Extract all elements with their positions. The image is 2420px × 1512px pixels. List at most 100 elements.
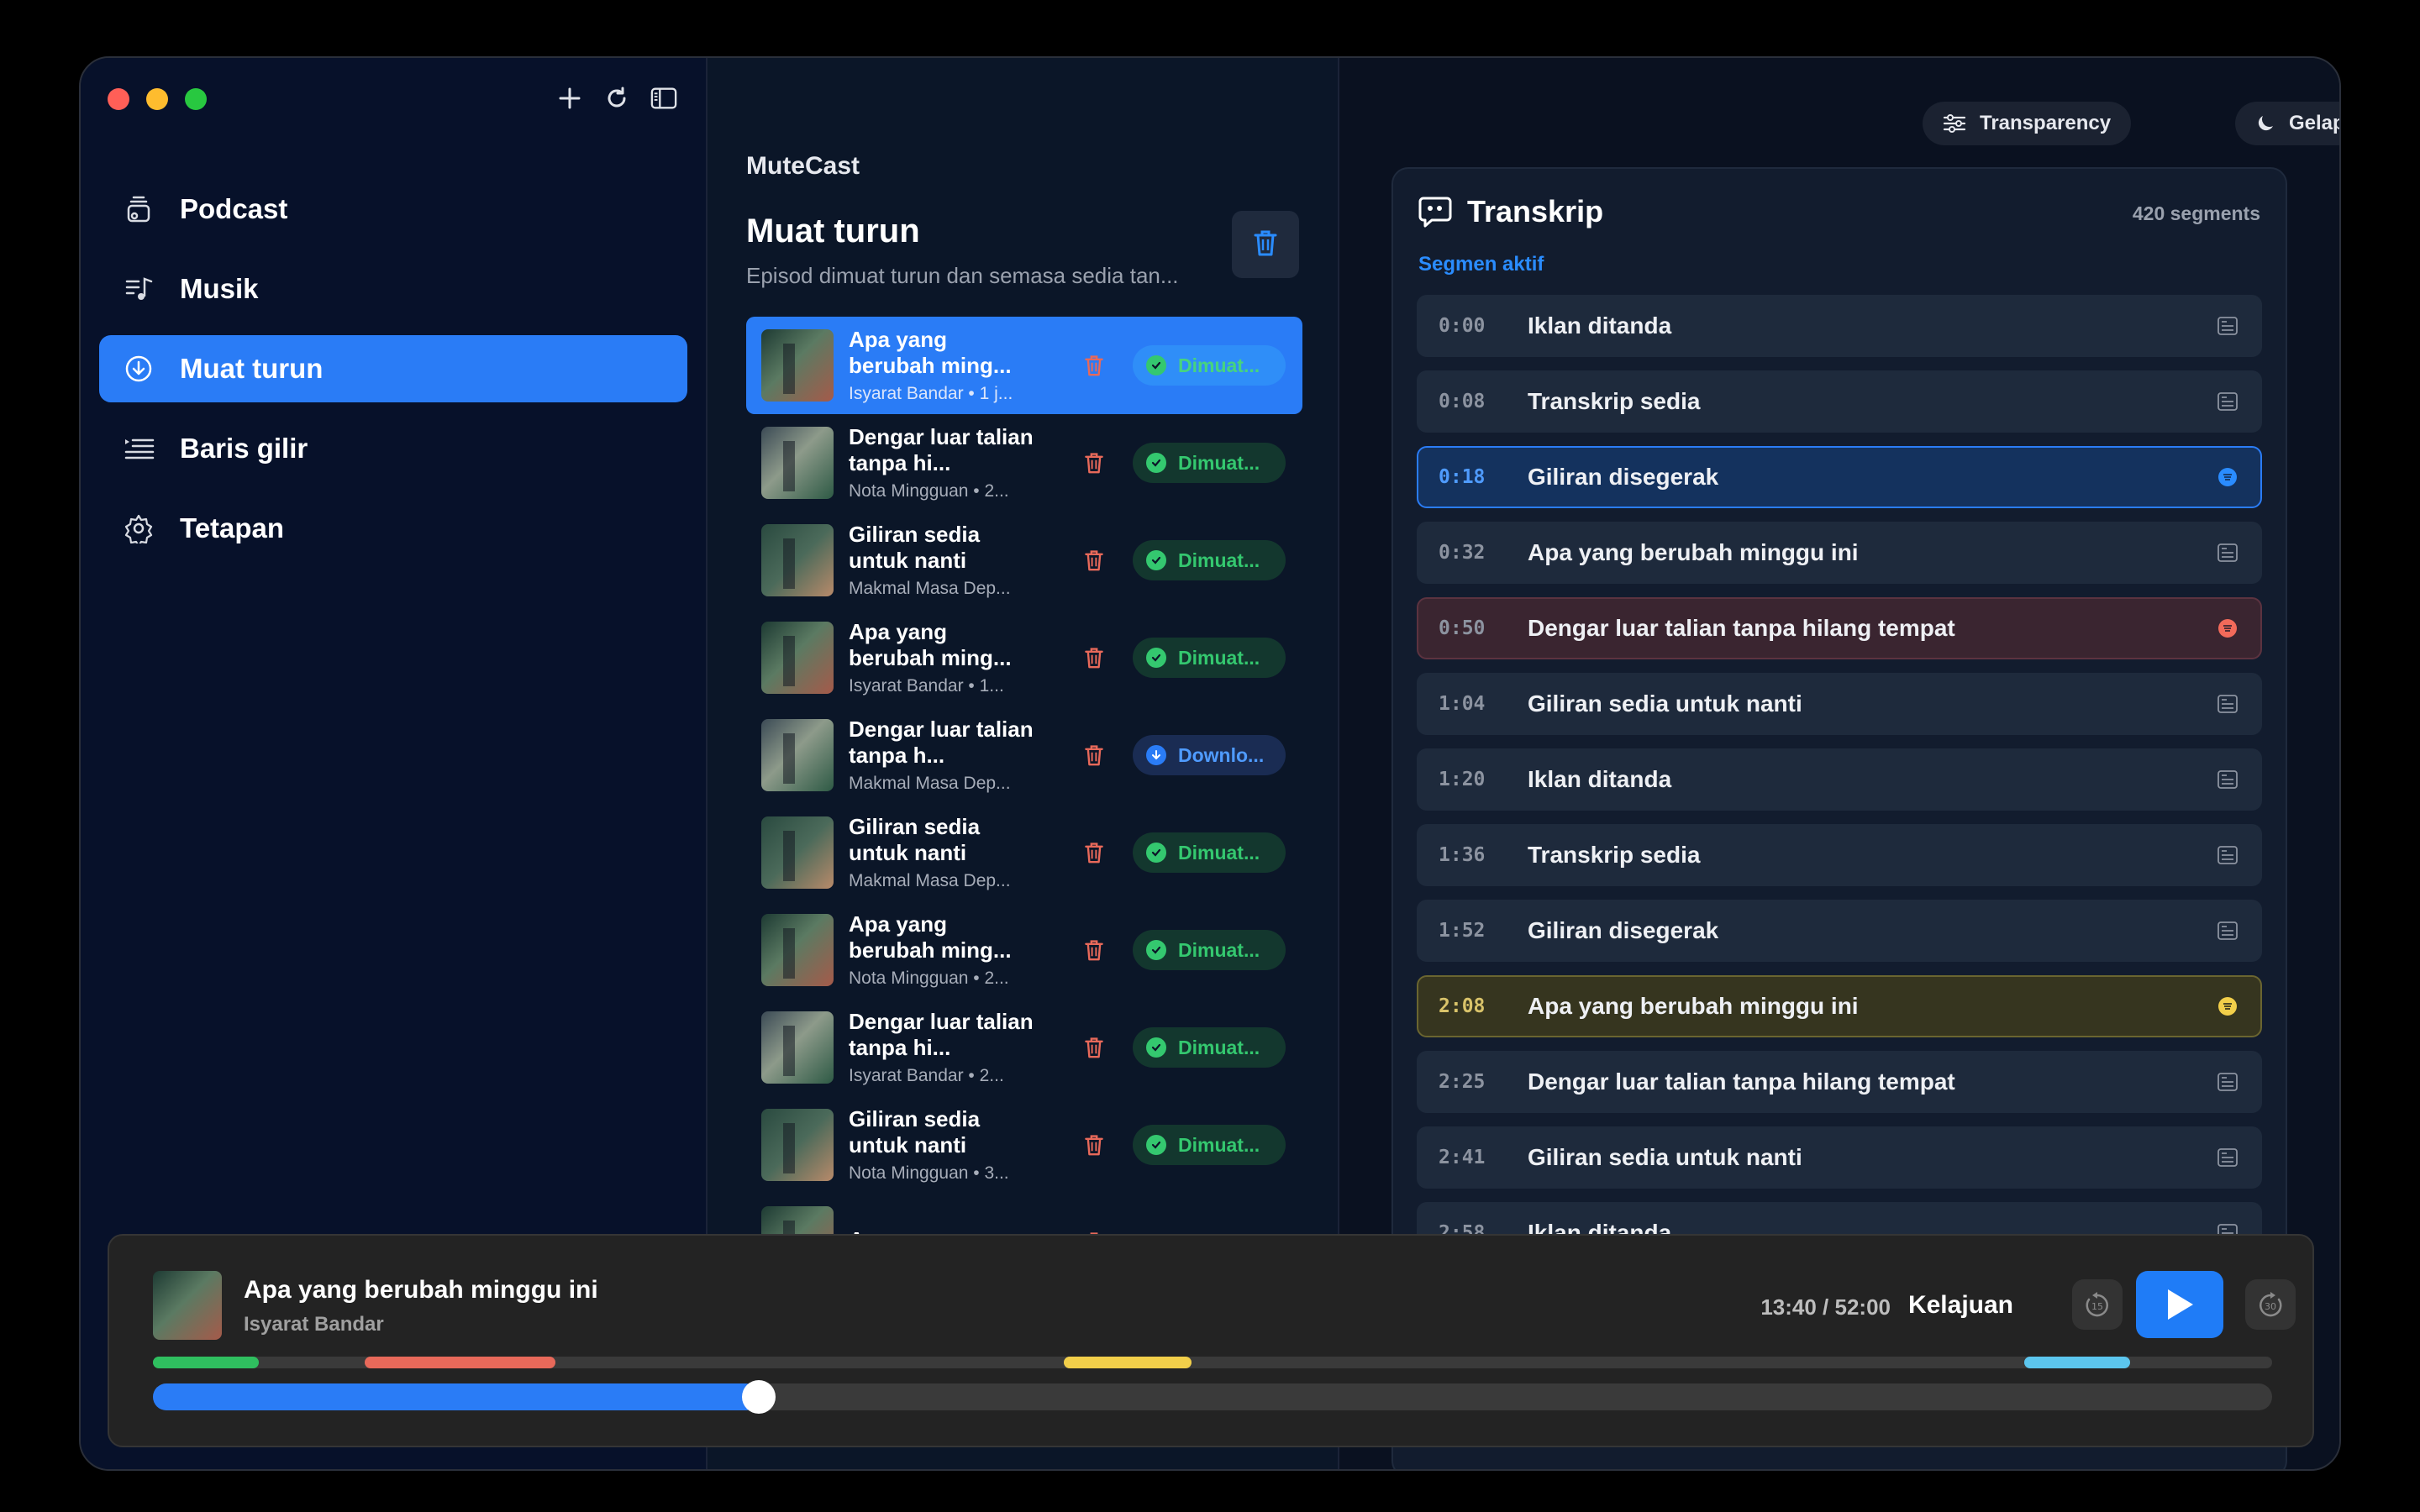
text-lines-icon[interactable] bbox=[2217, 769, 2238, 790]
episode-artwork bbox=[761, 329, 834, 402]
queue-icon bbox=[121, 431, 156, 466]
download-status-badge: Dimuat... bbox=[1133, 345, 1286, 386]
delete-episode-button[interactable] bbox=[1079, 740, 1109, 770]
download-status-badge: Dimuat... bbox=[1133, 930, 1286, 970]
text-lines-icon[interactable] bbox=[2217, 1071, 2238, 1093]
transcript-segment[interactable]: 0:32 Apa yang berubah minggu ini bbox=[1417, 522, 2262, 584]
delete-episode-button[interactable] bbox=[1079, 545, 1109, 575]
refresh-icon[interactable] bbox=[603, 81, 630, 115]
theme-label: Gelap bbox=[2289, 112, 2341, 134]
delete-episode-button[interactable] bbox=[1079, 350, 1109, 381]
transcript-segment[interactable]: 0:18 Giliran disegerak bbox=[1417, 446, 2262, 508]
transparency-label: Transparency bbox=[1980, 112, 2112, 134]
transcript-segment[interactable]: 2:08 Apa yang berubah minggu ini bbox=[1417, 975, 2262, 1037]
sidebar-item-music[interactable]: Musik bbox=[99, 255, 687, 323]
transcript-segment[interactable]: 1:36 Transkrip sedia bbox=[1417, 824, 2262, 886]
delete-all-button[interactable] bbox=[1232, 211, 1299, 278]
progress-slider[interactable] bbox=[153, 1380, 2272, 1414]
page-title: Muat turun bbox=[746, 213, 920, 249]
transcript-segment[interactable]: 0:08 Transkrip sedia bbox=[1417, 370, 2262, 433]
sidebar-toolbar bbox=[556, 81, 677, 115]
segment-time: 0:32 bbox=[1439, 542, 1486, 564]
skip-forward-button[interactable]: 30 bbox=[2245, 1279, 2296, 1330]
episode-title: Giliran sedia untuk nanti bbox=[849, 522, 981, 573]
text-lines-icon[interactable] bbox=[2217, 844, 2238, 866]
episode-text: Dengar luar talian tanpa hi... Nota Ming… bbox=[849, 424, 1034, 501]
filter-icon[interactable] bbox=[2217, 995, 2238, 1017]
segment-marker[interactable] bbox=[365, 1357, 556, 1368]
episode-row[interactable]: Dengar luar talian tanpa hi... Isyarat B… bbox=[746, 999, 1302, 1096]
text-lines-icon[interactable] bbox=[2217, 920, 2238, 942]
episode-row[interactable]: Apa yang berubah ming... Isyarat Bandar … bbox=[746, 317, 1302, 414]
episode-row[interactable]: Giliran sedia untuk nanti Nota Mingguan … bbox=[746, 1096, 1302, 1194]
transcript-segment[interactable]: 1:04 Giliran sedia untuk nanti bbox=[1417, 673, 2262, 735]
text-lines-icon[interactable] bbox=[2217, 1147, 2238, 1168]
transcript-segment[interactable]: 2:41 Giliran sedia untuk nanti bbox=[1417, 1126, 2262, 1189]
text-lines-icon[interactable] bbox=[2217, 391, 2238, 412]
text-lines-icon[interactable] bbox=[2217, 315, 2238, 337]
episode-row[interactable]: Giliran sedia untuk nanti Makmal Masa De… bbox=[746, 512, 1302, 609]
episode-meta: Nota Mingguan • 3... bbox=[849, 1163, 1009, 1183]
episode-row[interactable]: Dengar luar talian tanpa h... Makmal Mas… bbox=[746, 706, 1302, 804]
transcript-segment[interactable]: 2:25 Dengar luar talian tanpa hilang tem… bbox=[1417, 1051, 2262, 1113]
delete-episode-button[interactable] bbox=[1079, 1032, 1109, 1063]
plus-icon[interactable] bbox=[556, 81, 583, 115]
episode-text: Giliran sedia untuk nanti Nota Mingguan … bbox=[849, 1106, 1034, 1184]
delete-episode-button[interactable] bbox=[1079, 1130, 1109, 1160]
music-icon bbox=[121, 271, 156, 307]
sidebar-item-label: Musik bbox=[180, 273, 259, 304]
episode-title: Apa yang berubah ming... bbox=[849, 619, 1012, 670]
minimize-window-button[interactable] bbox=[146, 88, 168, 110]
filter-icon[interactable] bbox=[2217, 466, 2238, 488]
segment-label: Giliran disegerak bbox=[1528, 917, 1719, 943]
filter-icon[interactable] bbox=[2217, 617, 2238, 639]
transcript-segment[interactable]: 0:00 Iklan ditanda bbox=[1417, 295, 2262, 357]
segment-label: Transkrip sedia bbox=[1528, 842, 1701, 868]
delete-episode-button[interactable] bbox=[1079, 643, 1109, 673]
theme-button[interactable]: Gelap bbox=[2235, 102, 2341, 145]
episode-artwork bbox=[761, 427, 834, 499]
episode-row[interactable]: Apa yang berubah ming... Nota Mingguan •… bbox=[746, 901, 1302, 999]
status-label: Dimuat... bbox=[1178, 938, 1260, 961]
segment-marker[interactable] bbox=[153, 1357, 260, 1368]
delete-episode-button[interactable] bbox=[1079, 935, 1109, 965]
episode-title: Giliran sedia untuk nanti bbox=[849, 1106, 981, 1158]
speed-button[interactable]: Kelajuan bbox=[1908, 1291, 2013, 1320]
text-lines-icon[interactable] bbox=[2217, 693, 2238, 715]
segment-marker-track[interactable] bbox=[153, 1357, 2272, 1368]
sidebar-item-podcast[interactable]: Podcast bbox=[99, 176, 687, 243]
transparency-button[interactable]: Transparency bbox=[1923, 102, 2132, 145]
skip-back-button[interactable]: 15 bbox=[2072, 1279, 2123, 1330]
delete-episode-button[interactable] bbox=[1079, 837, 1109, 868]
sidebar-item-queue[interactable]: Baris gilir bbox=[99, 415, 687, 482]
transcript-segment[interactable]: 1:52 Giliran disegerak bbox=[1417, 900, 2262, 962]
progress-knob[interactable] bbox=[742, 1380, 776, 1414]
episode-meta: Nota Mingguan • 2... bbox=[849, 969, 1009, 988]
segment-marker[interactable] bbox=[1064, 1357, 1192, 1368]
episode-text: Dengar luar talian tanpa h... Makmal Mas… bbox=[849, 717, 1034, 794]
episode-row[interactable]: Dengar luar talian tanpa hi... Nota Ming… bbox=[746, 414, 1302, 512]
segment-label: Apa yang berubah minggu ini bbox=[1528, 993, 1859, 1019]
delete-episode-button[interactable] bbox=[1079, 448, 1109, 478]
segment-marker[interactable] bbox=[2023, 1357, 2131, 1368]
play-icon bbox=[2168, 1289, 2193, 1320]
segment-list: 0:00 Iklan ditanda 0:08 Transkrip sedia … bbox=[1417, 295, 2262, 1278]
episode-row[interactable]: Apa yang berubah ming... Isyarat Bandar … bbox=[746, 609, 1302, 706]
segment-time: 1:04 bbox=[1439, 693, 1486, 715]
episode-artwork bbox=[761, 1011, 834, 1084]
sliders-icon bbox=[1943, 113, 1966, 134]
close-window-button[interactable] bbox=[108, 88, 129, 110]
transcript-segment[interactable]: 0:50 Dengar luar talian tanpa hilang tem… bbox=[1417, 597, 2262, 659]
episode-row[interactable]: Giliran sedia untuk nanti Makmal Masa De… bbox=[746, 804, 1302, 901]
transcript-segment[interactable]: 1:20 Iklan ditanda bbox=[1417, 748, 2262, 811]
episode-text: Apa yang berubah ming... Isyarat Bandar … bbox=[849, 327, 1034, 404]
download-status-badge: Dimuat... bbox=[1133, 638, 1286, 678]
text-lines-icon[interactable] bbox=[2217, 542, 2238, 564]
zoom-window-button[interactable] bbox=[185, 88, 207, 110]
sidebar-item-settings[interactable]: Tetapan bbox=[99, 495, 687, 562]
play-button[interactable] bbox=[2136, 1271, 2223, 1338]
sidebar-item-downloads[interactable]: Muat turun bbox=[99, 335, 687, 402]
page-subtitle: Episod dimuat turun dan semasa sedia tan… bbox=[746, 263, 1179, 288]
episode-text: Giliran sedia untuk nanti Makmal Masa De… bbox=[849, 522, 1034, 599]
sidebar-toggle-icon[interactable] bbox=[650, 81, 677, 115]
